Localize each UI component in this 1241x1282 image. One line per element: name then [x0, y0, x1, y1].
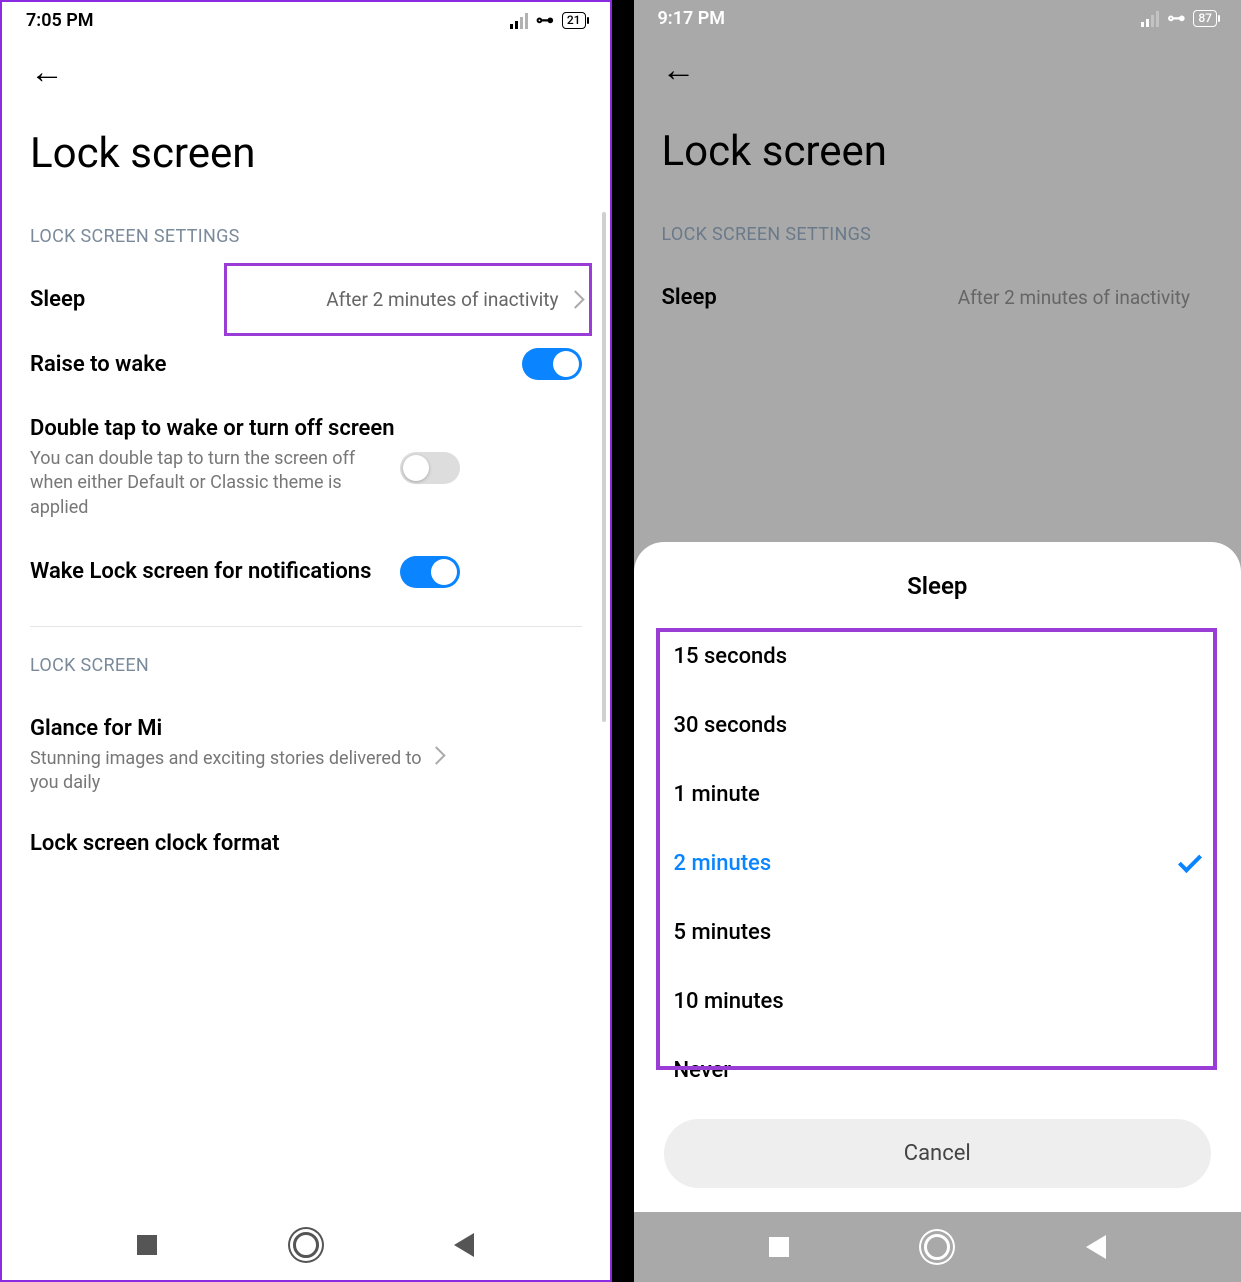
section-label-settings: LOCK SCREEN SETTINGS [2, 218, 610, 269]
chevron-right-icon [1197, 288, 1215, 306]
row-double-tap-title: Double tap to wake or turn off screen [30, 416, 400, 441]
row-clock-format[interactable]: Lock screen clock format [2, 813, 610, 874]
row-raise-label: Raise to wake [30, 352, 522, 377]
annotation-highlight [656, 628, 1218, 1070]
nav-bar [2, 1210, 610, 1280]
nav-home-icon[interactable] [924, 1234, 950, 1260]
row-clock-format-label: Lock screen clock format [30, 831, 582, 856]
row-double-tap-sub: You can double tap to turn the screen of… [30, 447, 400, 520]
sheet-title: Sleep [634, 572, 1241, 600]
row-wake-notif-label: Wake Lock screen for notifications [30, 559, 400, 584]
back-button[interactable]: ← [30, 55, 64, 89]
row-glance[interactable]: Glance for Mi Stunning images and exciti… [2, 698, 610, 814]
nav-bar [634, 1212, 1241, 1282]
row-glance-sub: Stunning images and exciting stories del… [30, 747, 430, 796]
battery-icon: 87 [1193, 10, 1217, 27]
wifi-icon: ⊶ [536, 10, 554, 31]
section-label-lockscreen: LOCK SCREEN [2, 647, 610, 698]
toggle-wake-notifications[interactable] [400, 556, 460, 588]
nav-back-icon[interactable] [1086, 1235, 1106, 1259]
screenshot-right: 9:17 PM ⊶ 87 ← Lock screen LOCK SCREEN S… [634, 0, 1241, 1282]
section-label-settings: LOCK SCREEN SETTINGS [634, 216, 1241, 267]
nav-recents-icon[interactable] [137, 1235, 157, 1255]
row-sleep-value: After 2 minutes of inactivity [958, 286, 1190, 309]
wifi-icon: ⊶ [1167, 8, 1185, 29]
row-glance-title: Glance for Mi [30, 716, 430, 741]
nav-recents-icon[interactable] [769, 1237, 789, 1257]
screenshot-left: 7:05 PM ⊶ 21 ← Lock screen LOCK SCREEN S… [0, 0, 612, 1282]
status-time: 9:17 PM [658, 8, 726, 29]
divider [30, 626, 582, 627]
status-bar: 9:17 PM ⊶ 87 [634, 0, 1241, 37]
chevron-right-icon [427, 746, 445, 764]
toggle-raise-to-wake[interactable] [522, 348, 582, 380]
annotation-highlight [224, 263, 592, 336]
back-button[interactable]: ← [662, 53, 696, 87]
page-title: Lock screen [662, 127, 1214, 176]
toggle-double-tap[interactable] [400, 452, 460, 484]
status-time: 7:05 PM [26, 10, 94, 31]
cancel-button[interactable]: Cancel [664, 1119, 1212, 1188]
row-sleep[interactable]: Sleep After 2 minutes of inactivity [634, 267, 1241, 328]
signal-icon [510, 13, 528, 29]
row-sleep[interactable]: Sleep After 2 minutes of inactivity [2, 269, 610, 330]
row-double-tap[interactable]: Double tap to wake or turn off screen Yo… [2, 398, 610, 538]
signal-icon [1141, 11, 1159, 27]
nav-home-icon[interactable] [293, 1232, 319, 1258]
page-title: Lock screen [30, 129, 582, 178]
row-wake-notifications[interactable]: Wake Lock screen for notifications [2, 538, 610, 606]
row-sleep-label: Sleep [662, 285, 958, 310]
row-raise-to-wake[interactable]: Raise to wake [2, 330, 610, 398]
nav-back-icon[interactable] [454, 1233, 474, 1257]
sleep-options-sheet: Sleep 15 seconds 30 seconds 1 minute 2 m… [634, 542, 1241, 1212]
battery-icon: 21 [562, 12, 586, 29]
status-bar: 7:05 PM ⊶ 21 [2, 2, 610, 39]
